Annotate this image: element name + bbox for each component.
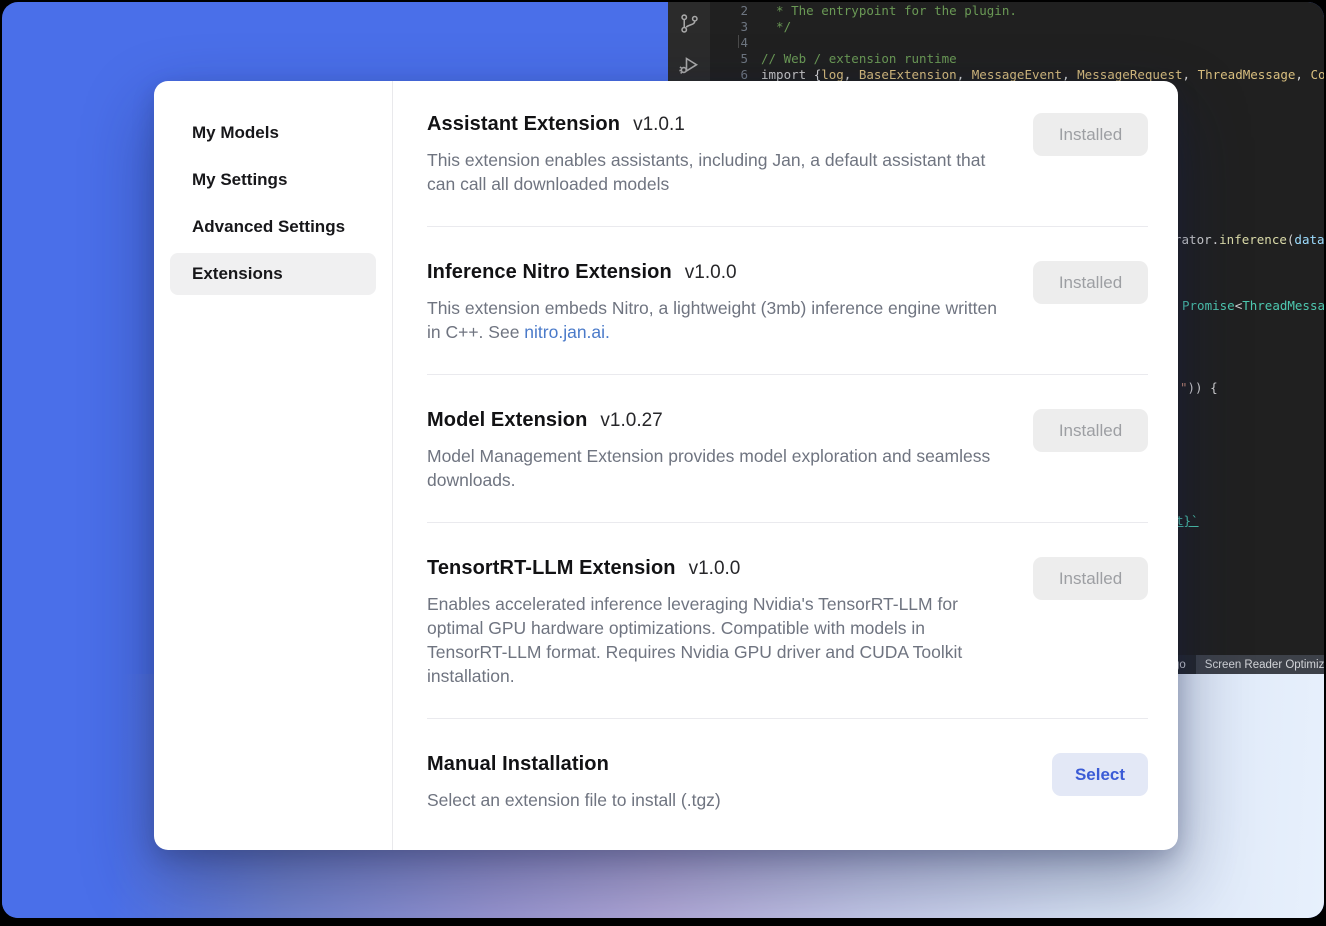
app-window: 2 * The entrypoint for the plugin.3 */45… xyxy=(2,2,1324,918)
code-token: , xyxy=(1295,67,1310,82)
sidebar-item-my-models[interactable]: My Models xyxy=(170,112,376,154)
code-token: import xyxy=(761,67,814,82)
code-fragment: t}` xyxy=(1176,513,1199,529)
code-token: log xyxy=(821,67,844,82)
code-fragment: ")) { xyxy=(1180,380,1218,396)
code-token: // Web / extension runtime xyxy=(761,51,957,66)
extension-version: v1.0.27 xyxy=(600,410,662,432)
sidebar-item-my-settings[interactable]: My Settings xyxy=(170,159,376,201)
extension-title-line: Assistant Extension v1.0.1 xyxy=(427,113,1009,136)
extension-info: TensortRT-LLM Extension v1.0.0 Enables a… xyxy=(427,557,1009,688)
extension-row: Assistant Extension v1.0.1 This extensio… xyxy=(427,99,1148,227)
line-number: 3 xyxy=(710,19,761,35)
code-token: t}` xyxy=(1176,513,1199,528)
extension-description: This extension enables assistants, inclu… xyxy=(427,148,1009,196)
extension-row: Inference Nitro Extension v1.0.0 This ex… xyxy=(427,227,1148,375)
extension-description: Model Management Extension provides mode… xyxy=(427,444,1009,492)
code-token: ContentType xyxy=(1310,67,1324,82)
code-text: */ xyxy=(761,19,791,35)
run-debug-icon[interactable] xyxy=(668,44,710,86)
extension-version: v1.0.0 xyxy=(685,262,737,284)
sidebar-item-extensions[interactable]: Extensions xyxy=(170,253,376,295)
code-token: , xyxy=(957,67,972,82)
indent-guide xyxy=(738,35,739,48)
code-token: data xyxy=(1294,232,1324,247)
extension-name: Inference Nitro Extension xyxy=(427,261,672,284)
extension-version: v1.0.1 xyxy=(633,114,685,136)
extension-row: Manual Installation Select an extension … xyxy=(427,719,1148,812)
code-token: , xyxy=(1062,67,1077,82)
code-token: , xyxy=(1183,67,1198,82)
extension-info: Assistant Extension v1.0.1 This extensio… xyxy=(427,113,1009,196)
extension-description: Enables accelerated inference leveraging… xyxy=(427,592,1009,688)
extensions-list: Assistant Extension v1.0.1 This extensio… xyxy=(393,81,1178,850)
sidebar-item-advanced-settings[interactable]: Advanced Settings xyxy=(170,206,376,248)
extension-row: Model Extension v1.0.27 Model Management… xyxy=(427,375,1148,523)
code-line: 3 */ xyxy=(710,19,1324,35)
select-button[interactable]: Select xyxy=(1052,753,1148,796)
code-token: * The entrypoint for the plugin. xyxy=(761,3,1017,18)
line-number: 2 xyxy=(710,3,761,19)
code-token: BaseExtension xyxy=(859,67,957,82)
extension-info: Model Extension v1.0.27 Model Management… xyxy=(427,409,1009,492)
extension-title-line: Model Extension v1.0.27 xyxy=(427,409,1009,432)
desktop: 2 * The entrypoint for the plugin.3 */45… xyxy=(0,0,1326,926)
extension-name: Model Extension xyxy=(427,409,587,432)
nitro-jan-ai-link[interactable]: nitro.jan.ai. xyxy=(524,322,610,342)
code-token: " xyxy=(1180,380,1188,395)
code-token: , xyxy=(844,67,859,82)
extension-version: v1.0.0 xyxy=(689,558,741,580)
extension-description: This extension embeds Nitro, a lightweig… xyxy=(427,296,1009,344)
extension-title-line: Inference Nitro Extension v1.0.0 xyxy=(427,261,1009,284)
code-line: 4 xyxy=(710,35,1324,51)
extension-title-line: TensortRT-LLM Extension v1.0.0 xyxy=(427,557,1009,580)
line-number: 5 xyxy=(710,51,761,67)
code-text: // Web / extension runtime xyxy=(761,51,957,67)
code-token: )) { xyxy=(1188,380,1218,395)
installed-button[interactable]: Installed xyxy=(1033,409,1148,452)
line-number: 4 xyxy=(710,35,761,51)
settings-sidebar: My Models My Settings Advanced Settings Ext… xyxy=(154,81,393,850)
code-fragment: rator.inference(data)); xyxy=(1174,232,1324,248)
code-token: ThreadMessage xyxy=(1242,298,1324,313)
installed-button[interactable]: Installed xyxy=(1033,557,1148,600)
code-fragment: Promise<ThreadMessage> xyxy=(1182,298,1324,314)
code-token: inference xyxy=(1219,232,1287,247)
code-token: ThreadMessage xyxy=(1198,67,1296,82)
code-token: MessageEvent xyxy=(972,67,1062,82)
extension-name: Assistant Extension xyxy=(427,113,620,136)
screen-reader-optimized-badge[interactable]: Screen Reader Optimized xyxy=(1196,655,1324,674)
extension-info: Inference Nitro Extension v1.0.0 This ex… xyxy=(427,261,1009,344)
installed-button[interactable]: Installed xyxy=(1033,113,1148,156)
extension-info: Manual Installation Select an extension … xyxy=(427,753,721,812)
code-line: 5// Web / extension runtime xyxy=(710,51,1324,67)
code-token: */ xyxy=(761,19,791,34)
code-token: rator. xyxy=(1174,232,1219,247)
extension-row: TensortRT-LLM Extension v1.0.0 Enables a… xyxy=(427,523,1148,719)
extension-title-line: Manual Installation xyxy=(427,753,721,776)
source-control-icon[interactable] xyxy=(668,2,710,44)
settings-modal: My Models My Settings Advanced Settings Ext… xyxy=(154,81,1178,850)
code-token: MessageRequest xyxy=(1077,67,1182,82)
code-text: * The entrypoint for the plugin. xyxy=(761,3,1017,19)
code-line: 2 * The entrypoint for the plugin. xyxy=(710,3,1324,19)
code-lines: 2 * The entrypoint for the plugin.3 */45… xyxy=(710,3,1324,83)
extension-description: Select an extension file to install (.tg… xyxy=(427,788,721,812)
code-token: Promise xyxy=(1182,298,1235,313)
extension-name: Manual Installation xyxy=(427,753,609,776)
extension-name: TensortRT-LLM Extension xyxy=(427,557,676,580)
installed-button[interactable]: Installed xyxy=(1033,261,1148,304)
